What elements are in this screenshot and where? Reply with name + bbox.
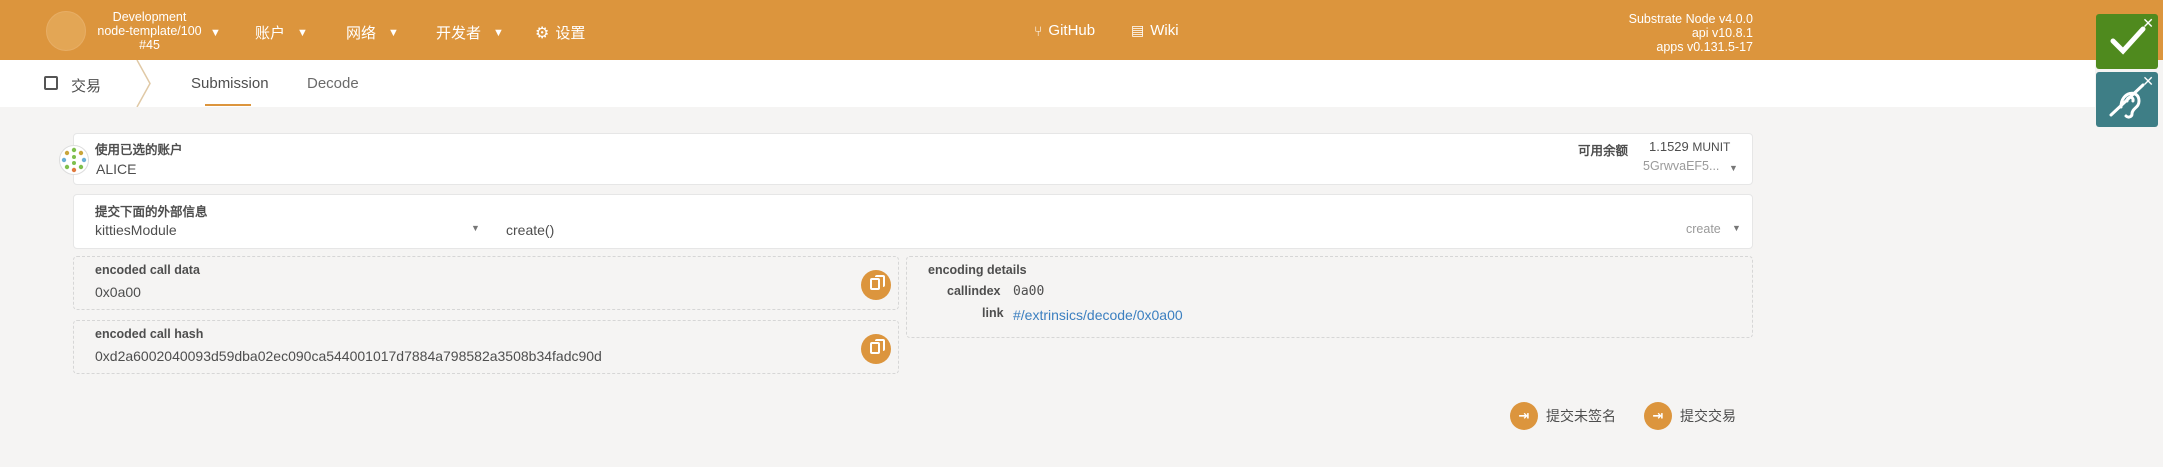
section-title: 交易 bbox=[71, 78, 102, 95]
top-navbar: Development node-template/100 #45 ▼ 账户 ▼… bbox=[0, 0, 2163, 60]
code-branch-icon: ⑂ bbox=[1034, 22, 1043, 39]
deaf-icon bbox=[2109, 83, 2145, 119]
submit-unsigned-button[interactable]: ⇥ 提交未签名 bbox=[1510, 402, 1616, 430]
api-version: api v10.8.1 bbox=[1691, 26, 1753, 40]
menu-network-label: 网络 bbox=[346, 25, 377, 42]
menu-network[interactable]: 网络 ▼ bbox=[346, 22, 399, 43]
chain-block: #45 bbox=[139, 38, 160, 52]
call-dropdown[interactable]: create() create ▼ bbox=[504, 195, 1752, 248]
encoded-call-data: encoded call data 0x0a00 bbox=[73, 256, 899, 310]
balance-value: 1.1529 bbox=[1649, 139, 1689, 154]
caret-down-icon: ▼ bbox=[297, 26, 308, 39]
balance-amount: 1.1529 MUNIT bbox=[1649, 139, 1730, 154]
github-label: GitHub bbox=[1048, 22, 1096, 39]
account-label: 使用已选的账户 bbox=[95, 143, 183, 157]
tab-submission[interactable]: Submission bbox=[191, 75, 269, 92]
menu-accounts-label: 账户 bbox=[255, 25, 286, 42]
copy-call-hash-button[interactable] bbox=[861, 334, 891, 364]
encoded-call-hash: encoded call hash 0xd2a6002040093d59dba0… bbox=[73, 320, 899, 374]
chain-selector[interactable]: Development node-template/100 #45 bbox=[92, 10, 207, 52]
submit-unsigned-label: 提交未签名 bbox=[1546, 408, 1616, 424]
callindex-value: 0a00 bbox=[1013, 284, 1045, 299]
menu-developer-label: 开发者 bbox=[436, 25, 482, 42]
wiki-link[interactable]: ▤ Wiki bbox=[1131, 22, 1179, 39]
node-version: Substrate Node v4.0.0 bbox=[1628, 12, 1753, 26]
github-link[interactable]: ⑂ GitHub bbox=[1034, 22, 1095, 39]
encoding-details: encoding details callindex 0a00 link #/e… bbox=[906, 256, 1753, 338]
success-notification[interactable]: ✕ bbox=[2096, 14, 2158, 69]
tab-decode[interactable]: Decode bbox=[307, 75, 359, 92]
account-name: ALICE bbox=[96, 161, 137, 177]
callindex-label: callindex bbox=[947, 284, 1001, 298]
gear-icon: ⚙ bbox=[535, 24, 550, 42]
call-data-label: encoded call data bbox=[95, 263, 200, 277]
account-selector[interactable]: 使用已选的账户 ALICE 可用余额 1.1529 MUNIT 5GrwvaEF… bbox=[73, 133, 1753, 185]
chain-caret-icon[interactable]: ▼ bbox=[210, 27, 221, 39]
balance-label: 可用余额 bbox=[1578, 144, 1629, 158]
copy-icon bbox=[870, 275, 885, 290]
call-value: create() bbox=[506, 222, 555, 238]
call-hint: create bbox=[1686, 222, 1721, 236]
breadcrumb-chevron-icon bbox=[136, 60, 151, 107]
wiki-label: Wiki bbox=[1150, 22, 1179, 39]
module-dropdown[interactable]: kittiesModule ▼ bbox=[74, 195, 484, 248]
extrinsic-selector: 提交下面的外部信息 kittiesModule ▼ create() creat… bbox=[73, 194, 1753, 249]
call-hash-label: encoded call hash bbox=[95, 327, 204, 341]
chain-logo[interactable] bbox=[46, 11, 86, 51]
decode-link[interactable]: #/extrinsics/decode/0x0a00 bbox=[1013, 307, 1183, 323]
caret-down-icon: ▼ bbox=[471, 223, 480, 233]
info-notification[interactable]: ✕ bbox=[2096, 72, 2158, 127]
caret-down-icon: ▼ bbox=[493, 26, 504, 39]
submit-transaction-button[interactable]: ⇥ 提交交易 bbox=[1644, 402, 1736, 430]
check-icon bbox=[2110, 26, 2146, 55]
details-label: encoding details bbox=[928, 263, 1027, 277]
call-hash-value: 0xd2a6002040093d59dba02ec090ca544001017d… bbox=[95, 348, 602, 364]
menu-settings-label: 设置 bbox=[555, 25, 586, 42]
chain-name: Development bbox=[112, 10, 187, 24]
balance-unit: MUNIT bbox=[1692, 140, 1731, 154]
copy-icon bbox=[870, 339, 885, 354]
active-tab-indicator bbox=[205, 104, 251, 106]
caret-down-icon: ▼ bbox=[388, 26, 399, 39]
module-value: kittiesModule bbox=[95, 222, 177, 238]
call-data-value: 0x0a00 bbox=[95, 284, 141, 300]
caret-down-icon[interactable]: ▼ bbox=[1729, 163, 1738, 173]
link-label: link bbox=[982, 306, 1004, 320]
chain-runtime: node-template/100 bbox=[97, 24, 202, 38]
tab-bar: 交易 Submission Decode bbox=[0, 60, 2095, 107]
menu-settings[interactable]: ⚙ 设置 bbox=[535, 22, 585, 43]
account-identicon bbox=[59, 145, 89, 175]
account-address: 5GrwvaEF5... bbox=[1643, 159, 1720, 173]
copy-call-data-button[interactable] bbox=[861, 270, 891, 300]
caret-down-icon: ▼ bbox=[1732, 223, 1741, 233]
book-icon: ▤ bbox=[1131, 22, 1145, 38]
envelope-icon bbox=[44, 76, 58, 90]
menu-accounts[interactable]: 账户 ▼ bbox=[255, 22, 308, 43]
menu-developer[interactable]: 开发者 ▼ bbox=[436, 22, 504, 43]
submit-transaction-label: 提交交易 bbox=[1680, 408, 1736, 424]
apps-version: apps v0.131.5-17 bbox=[1656, 40, 1753, 54]
sign-in-icon: ⇥ bbox=[1644, 402, 1672, 430]
sign-in-icon: ⇥ bbox=[1510, 402, 1538, 430]
version-info: Substrate Node v4.0.0 api v10.8.1 apps v… bbox=[1629, 12, 1753, 54]
